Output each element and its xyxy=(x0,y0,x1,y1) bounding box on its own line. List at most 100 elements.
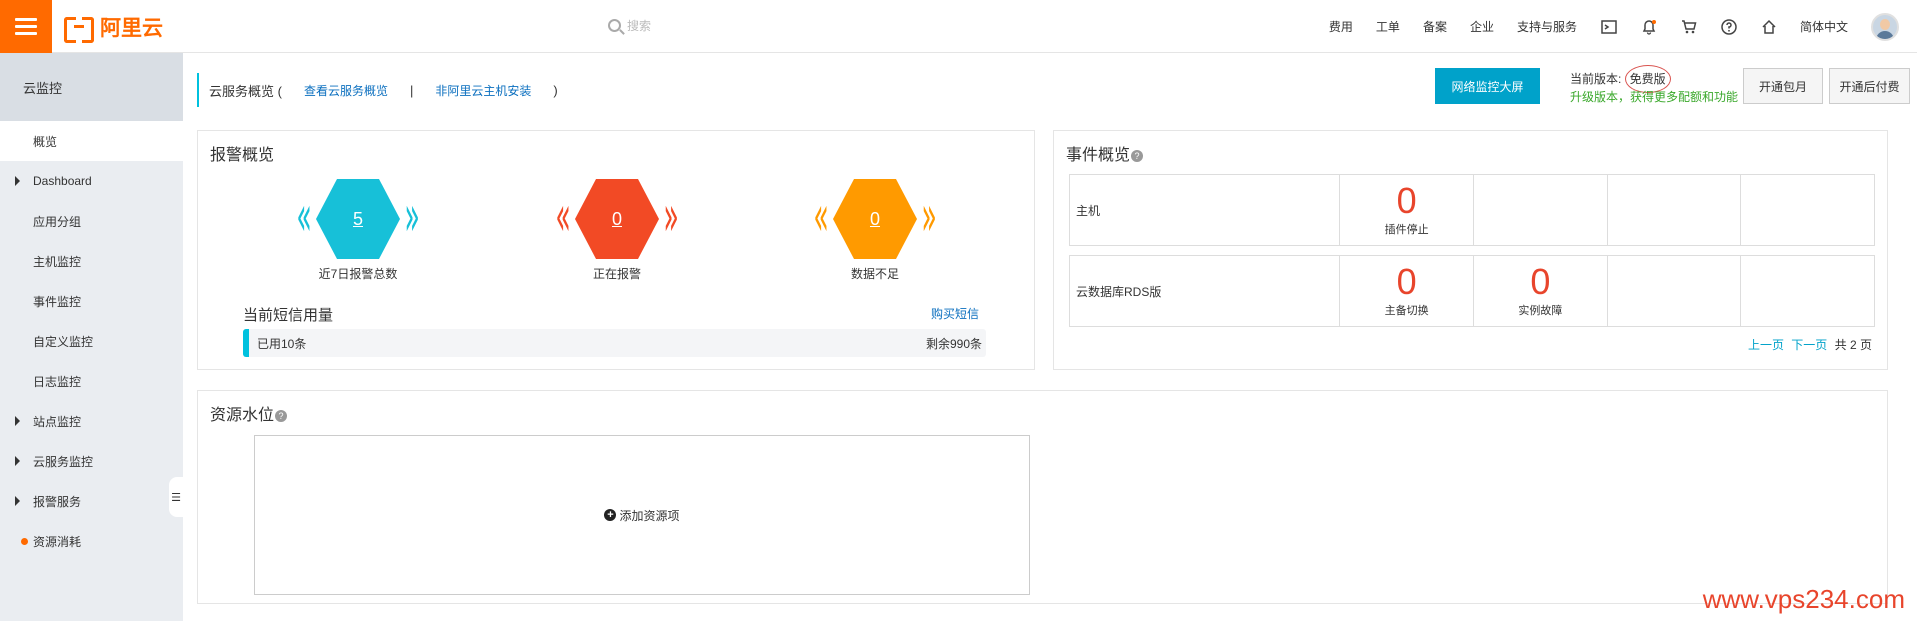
help-icon[interactable] xyxy=(1720,18,1738,36)
menu-icon[interactable] xyxy=(0,0,52,53)
event-row-name: 云数据库RDS版 xyxy=(1076,284,1162,299)
bell-icon[interactable] xyxy=(1640,18,1658,36)
language-switch[interactable]: 简体中文 xyxy=(1800,18,1848,35)
stat-label: 数据不足 xyxy=(850,267,899,281)
alarm-total-count[interactable]: 5 xyxy=(316,179,400,259)
stat-label: 正在报警 xyxy=(592,267,641,281)
alarming-count[interactable]: 0 xyxy=(575,179,659,259)
help-icon[interactable]: ? xyxy=(275,409,288,422)
sidebar-item-host-monitor[interactable]: 主机监控 xyxy=(0,241,183,281)
plus-circle-icon: + xyxy=(604,509,617,521)
add-resource-label: 添加资源项 xyxy=(619,508,680,523)
events-title: 事件概览 xyxy=(1066,147,1131,164)
watermark-text: www.vps234.com xyxy=(1702,584,1905,614)
top-bar: 阿里云 搜索 费用 工单 备案 企业 支持与服务 简体中文 xyxy=(0,0,1917,53)
version-info: 当前版本: 免费版 升级版本，获得更多配额和功能 xyxy=(1570,65,1738,106)
next-page-link[interactable]: 下一页 xyxy=(1791,338,1827,352)
events-overview-panel: 事件概览? 主机 0 插件停止 云数据库RDS版 0 主备切换 0 实例故障 上… xyxy=(1053,130,1888,370)
resource-level-panel: 资源水位? + 添加资源项 xyxy=(197,390,1888,604)
page-title: 云服务概览 ( xyxy=(209,83,282,99)
page-total: 共 2 页 xyxy=(1834,338,1872,352)
sidebar-collapse-icon[interactable]: ☰ xyxy=(169,477,183,517)
postpaid-subscribe-button[interactable]: 开通后付费 xyxy=(1829,68,1910,104)
aliyun-logo[interactable]: 阿里云 xyxy=(64,13,163,43)
nav-tickets[interactable]: 工单 xyxy=(1376,18,1400,35)
separator: | xyxy=(409,82,414,98)
breadcrumb: 云服务概览 ( 查看云服务概览 | 非阿里云主机安装 ) xyxy=(197,73,558,107)
panel-title: 资源水位? xyxy=(210,401,288,425)
stat-label: 近7日报警总数 xyxy=(318,267,398,281)
sidebar-item-event-monitor[interactable]: 事件监控 xyxy=(0,281,183,321)
caret-right-icon xyxy=(15,416,20,426)
sidebar-item-overview[interactable]: 概览 xyxy=(0,121,183,161)
sidebar-item-alarm-service[interactable]: 报警服务 xyxy=(0,481,183,521)
search-icon xyxy=(608,19,621,32)
top-nav: 费用 工单 备案 企业 支持与服务 简体中文 xyxy=(1329,0,1917,53)
help-icon[interactable]: ? xyxy=(1131,149,1144,162)
prev-page-link[interactable]: 上一页 xyxy=(1748,338,1784,352)
event-count: 0 xyxy=(1396,180,1417,221)
hex-wrap: « 5 » xyxy=(283,179,433,259)
alarming-stat: « 0 » 正在报警 xyxy=(542,179,692,282)
hex-wrap: « 0 » xyxy=(800,179,950,259)
network-monitor-screen-button[interactable]: 网络监控大屏 xyxy=(1435,68,1540,104)
sidebar-item-dashboard[interactable]: Dashboard xyxy=(0,161,183,201)
terminal-icon[interactable] xyxy=(1600,18,1618,36)
close-paren: ) xyxy=(553,82,558,98)
avatar[interactable] xyxy=(1871,12,1899,41)
sidebar-item-custom-monitor[interactable]: 自定义监控 xyxy=(0,321,183,361)
event-cell[interactable]: 0 插件停止 xyxy=(1339,175,1473,245)
resources-title: 资源水位 xyxy=(210,407,275,424)
caret-right-icon xyxy=(15,456,20,466)
cart-icon[interactable] xyxy=(1680,18,1698,36)
alarm-overview-panel: 报警概览 « 5 » 近7日报警总数 « 0 » 正在报警 « 0 » 数据不足… xyxy=(197,130,1035,370)
non-aliyun-install-link[interactable]: 非阿里云主机安装 xyxy=(435,82,531,99)
sidebar-item-label: 资源消耗 xyxy=(33,534,82,549)
event-cell[interactable]: 0 主备切换 xyxy=(1339,256,1473,326)
sidebar-item-label: 日志监控 xyxy=(33,374,82,389)
upgrade-link[interactable]: 升级版本，获得更多配额和功能 xyxy=(1570,88,1738,106)
panel-title: 报警概览 xyxy=(210,147,275,164)
event-label: 主备切换 xyxy=(1384,305,1429,317)
chevron-right-icon: » xyxy=(404,184,420,249)
chevron-left-icon: « xyxy=(555,184,571,249)
status-dot-icon xyxy=(21,538,28,545)
insufficient-data-count[interactable]: 0 xyxy=(833,179,917,259)
nav-support[interactable]: 支持与服务 xyxy=(1517,18,1577,35)
event-cell-empty xyxy=(1740,256,1874,326)
event-cell[interactable]: 0 实例故障 xyxy=(1473,256,1607,326)
sidebar-item-site-monitor[interactable]: 站点监控 xyxy=(0,401,183,441)
sms-used: 已用10条 xyxy=(257,336,307,351)
sidebar-item-label: 主机监控 xyxy=(33,254,82,269)
sidebar-item-log-monitor[interactable]: 日志监控 xyxy=(0,361,183,401)
view-cloud-overview-link[interactable]: 查看云服务概览 xyxy=(304,82,388,99)
sidebar-item-label: 事件监控 xyxy=(33,294,82,309)
event-label: 插件停止 xyxy=(1384,224,1429,236)
buy-sms-link[interactable]: 购买短信 xyxy=(931,305,979,322)
sidebar-item-resource-usage[interactable]: 资源消耗 xyxy=(0,521,183,561)
nav-icp[interactable]: 备案 xyxy=(1423,18,1447,35)
sidebar-item-label: 自定义监控 xyxy=(33,334,94,349)
caret-right-icon xyxy=(15,176,20,186)
chevron-right-icon: » xyxy=(921,184,937,249)
sidebar-item-cloud-service-monitor[interactable]: 云服务监控 xyxy=(0,441,183,481)
monthly-subscribe-button[interactable]: 开通包月 xyxy=(1743,68,1823,104)
hex-wrap: « 0 » xyxy=(542,179,692,259)
search-input[interactable]: 搜索 xyxy=(608,17,651,34)
sidebar-item-label: 报警服务 xyxy=(33,494,82,509)
logo-text: 阿里云 xyxy=(100,17,163,40)
nav-fees[interactable]: 费用 xyxy=(1329,18,1353,35)
sidebar-item-label: 站点监控 xyxy=(33,414,82,429)
home-icon[interactable] xyxy=(1760,18,1778,36)
event-row-name: 主机 xyxy=(1076,203,1101,218)
version-label: 当前版本: xyxy=(1570,72,1625,86)
add-resource-button[interactable]: + 添加资源项 xyxy=(254,435,1030,595)
alarm-total-stat: « 5 » 近7日报警总数 xyxy=(283,179,433,282)
event-count: 0 xyxy=(1530,261,1551,302)
logo-icon xyxy=(64,17,94,43)
nav-enterprise[interactable]: 企业 xyxy=(1470,18,1494,35)
event-cell-empty xyxy=(1740,175,1874,245)
sms-usage-title: 当前短信用量 xyxy=(243,307,334,324)
sidebar-item-app-groups[interactable]: 应用分组 xyxy=(0,201,183,241)
insufficient-data-stat: « 0 » 数据不足 xyxy=(800,179,950,282)
